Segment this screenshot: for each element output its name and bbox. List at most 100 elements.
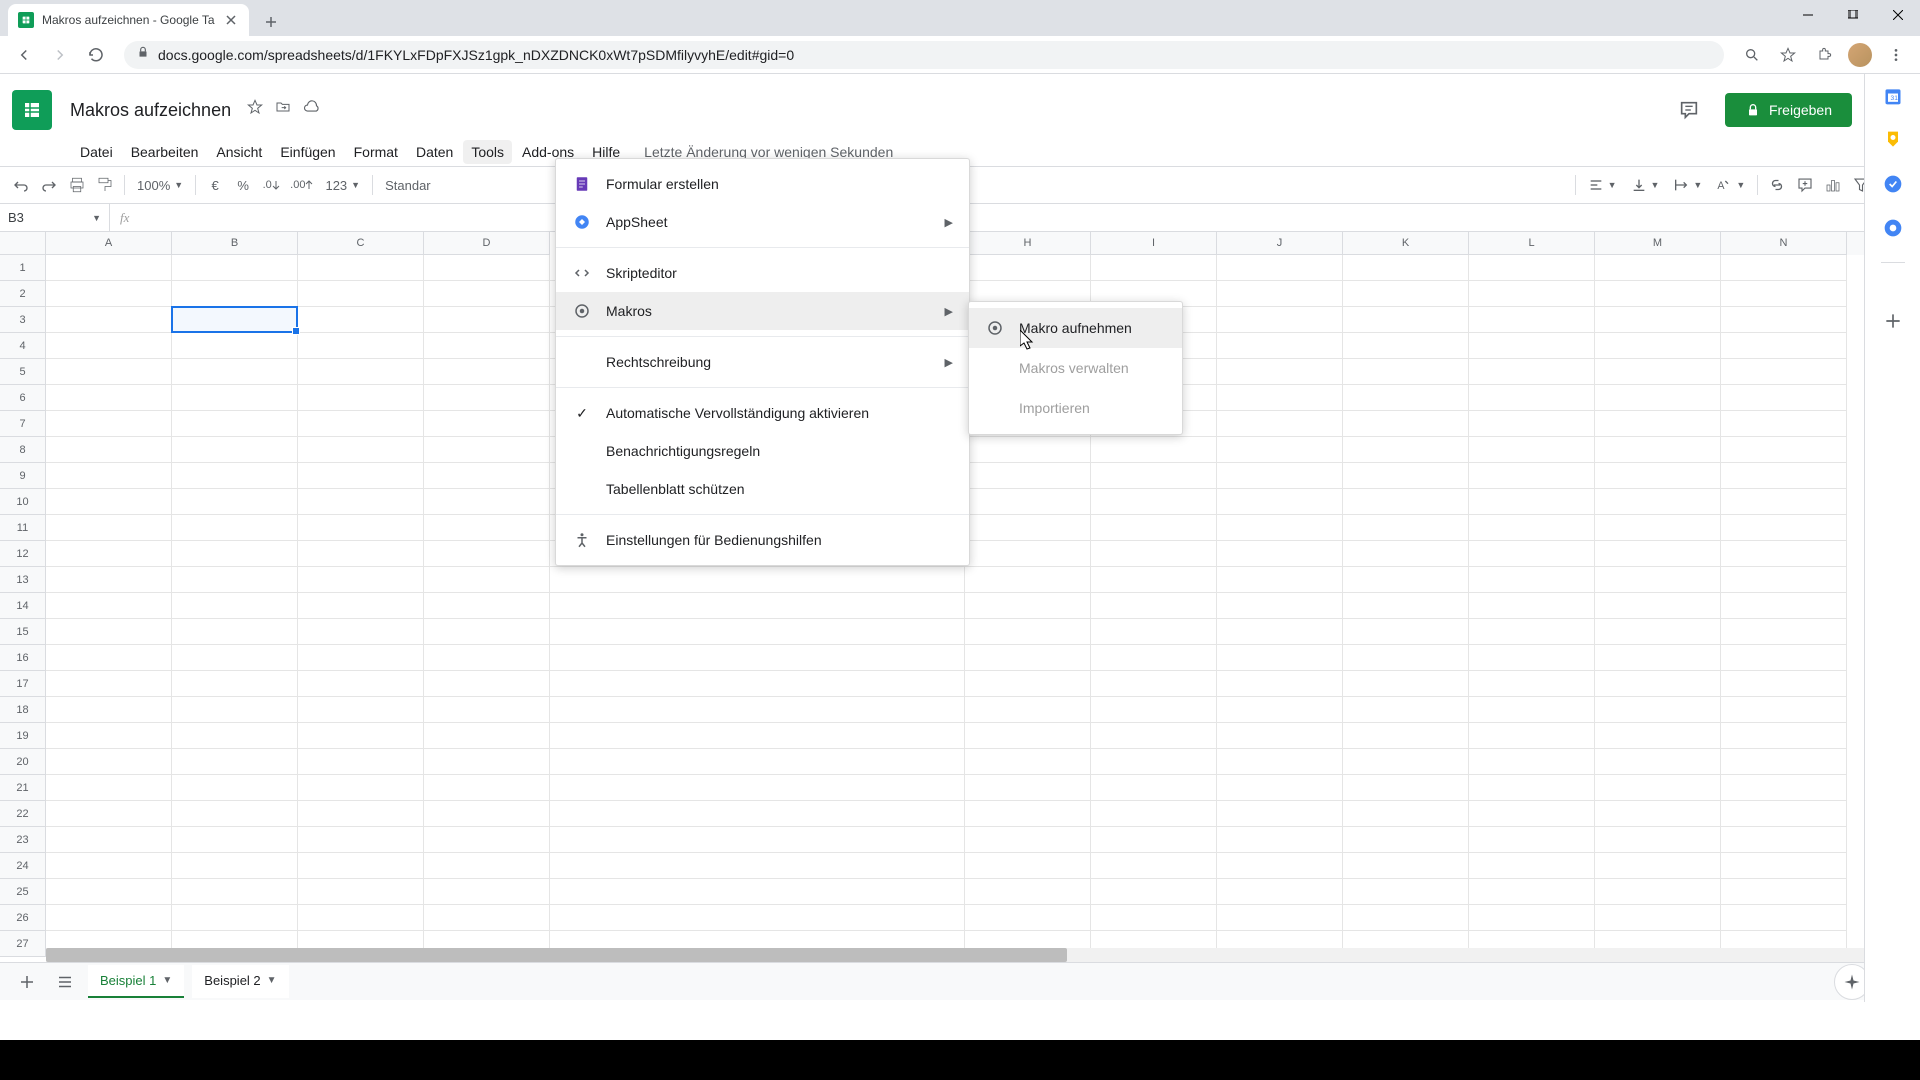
cell[interactable] — [46, 671, 172, 697]
cell[interactable] — [46, 879, 172, 905]
cell[interactable] — [1217, 801, 1343, 827]
cell[interactable] — [1343, 619, 1469, 645]
cell[interactable] — [172, 645, 298, 671]
cell[interactable] — [965, 255, 1091, 281]
cell[interactable] — [424, 593, 550, 619]
cell[interactable] — [1595, 879, 1721, 905]
cell[interactable] — [965, 437, 1091, 463]
cell[interactable] — [1469, 307, 1595, 333]
cell[interactable] — [1217, 541, 1343, 567]
maps-icon[interactable] — [1883, 218, 1903, 238]
col-header[interactable]: J — [1217, 232, 1343, 255]
macro-record[interactable]: Makro aufnehmen — [969, 308, 1182, 348]
cell[interactable] — [1721, 463, 1847, 489]
cell[interactable] — [1469, 775, 1595, 801]
cell[interactable] — [1343, 853, 1469, 879]
cell[interactable] — [550, 879, 965, 905]
cell[interactable] — [550, 853, 965, 879]
cell[interactable] — [1721, 749, 1847, 775]
cell[interactable] — [1721, 697, 1847, 723]
cell[interactable] — [46, 697, 172, 723]
cell[interactable] — [172, 775, 298, 801]
cell[interactable] — [1343, 775, 1469, 801]
cell[interactable] — [298, 723, 424, 749]
cell[interactable] — [1091, 905, 1217, 931]
cell[interactable] — [1721, 255, 1847, 281]
formula-input[interactable] — [139, 204, 1920, 231]
cell[interactable] — [172, 489, 298, 515]
cell[interactable] — [1721, 775, 1847, 801]
tools-autocomplete[interactable]: ✓ Automatische Vervollständigung aktivie… — [556, 394, 969, 432]
cell[interactable] — [1091, 853, 1217, 879]
cell[interactable] — [1721, 645, 1847, 671]
row-header[interactable]: 22 — [0, 801, 46, 827]
row-header[interactable]: 9 — [0, 463, 46, 489]
cell[interactable] — [1721, 853, 1847, 879]
add-sheet-button[interactable] — [12, 967, 42, 997]
cell[interactable] — [424, 697, 550, 723]
cell[interactable] — [46, 437, 172, 463]
inc-decimal-button[interactable]: .00 — [286, 172, 317, 198]
cell[interactable] — [1343, 359, 1469, 385]
cell[interactable] — [1721, 359, 1847, 385]
cell[interactable] — [46, 489, 172, 515]
col-header[interactable]: N — [1721, 232, 1847, 255]
star-doc-icon[interactable] — [247, 99, 263, 122]
menu-format[interactable]: Format — [346, 140, 406, 164]
cell[interactable] — [46, 593, 172, 619]
cell[interactable] — [46, 567, 172, 593]
cell[interactable] — [424, 385, 550, 411]
cell[interactable] — [1595, 905, 1721, 931]
cell[interactable] — [1343, 749, 1469, 775]
row-header[interactable]: 10 — [0, 489, 46, 515]
cell[interactable] — [1343, 801, 1469, 827]
col-header[interactable]: C — [298, 232, 424, 255]
cell[interactable] — [1217, 879, 1343, 905]
comments-button[interactable] — [1669, 90, 1709, 130]
cell[interactable] — [1217, 749, 1343, 775]
paint-format-button[interactable] — [92, 172, 118, 198]
cell[interactable] — [424, 801, 550, 827]
cell[interactable] — [1217, 593, 1343, 619]
cell[interactable] — [172, 515, 298, 541]
cell[interactable] — [1217, 645, 1343, 671]
all-sheets-button[interactable] — [50, 967, 80, 997]
row-header[interactable]: 27 — [0, 931, 46, 957]
cell[interactable] — [172, 359, 298, 385]
cell[interactable] — [1469, 671, 1595, 697]
cell[interactable] — [1217, 671, 1343, 697]
cell[interactable] — [298, 671, 424, 697]
cell[interactable] — [1595, 645, 1721, 671]
cell[interactable] — [172, 879, 298, 905]
cell[interactable] — [1217, 437, 1343, 463]
cell[interactable] — [965, 801, 1091, 827]
cell[interactable] — [550, 645, 965, 671]
cell[interactable] — [1217, 619, 1343, 645]
cell[interactable] — [172, 307, 298, 333]
cell[interactable] — [1595, 541, 1721, 567]
cell[interactable] — [1595, 333, 1721, 359]
row-header[interactable]: 3 — [0, 307, 46, 333]
cell[interactable] — [1721, 515, 1847, 541]
cell[interactable] — [424, 489, 550, 515]
cell[interactable] — [1217, 411, 1343, 437]
cell[interactable] — [46, 775, 172, 801]
cloud-status-icon[interactable] — [303, 99, 321, 122]
cell[interactable] — [424, 437, 550, 463]
row-header[interactable]: 6 — [0, 385, 46, 411]
cell[interactable] — [1469, 697, 1595, 723]
currency-button[interactable]: € — [202, 172, 228, 198]
cell[interactable] — [1595, 749, 1721, 775]
row-header[interactable]: 15 — [0, 619, 46, 645]
share-button[interactable]: Freigeben — [1725, 93, 1852, 127]
cell[interactable] — [172, 281, 298, 307]
keep-icon[interactable] — [1883, 130, 1903, 150]
cell[interactable] — [1343, 723, 1469, 749]
cell[interactable] — [965, 671, 1091, 697]
valign-dropdown[interactable]: ▼ — [1625, 172, 1666, 198]
cell[interactable] — [1343, 879, 1469, 905]
browser-tab[interactable]: Makros aufzeichnen - Google Ta — [8, 4, 249, 36]
row-header[interactable]: 5 — [0, 359, 46, 385]
cell[interactable] — [965, 489, 1091, 515]
cell[interactable] — [1343, 437, 1469, 463]
